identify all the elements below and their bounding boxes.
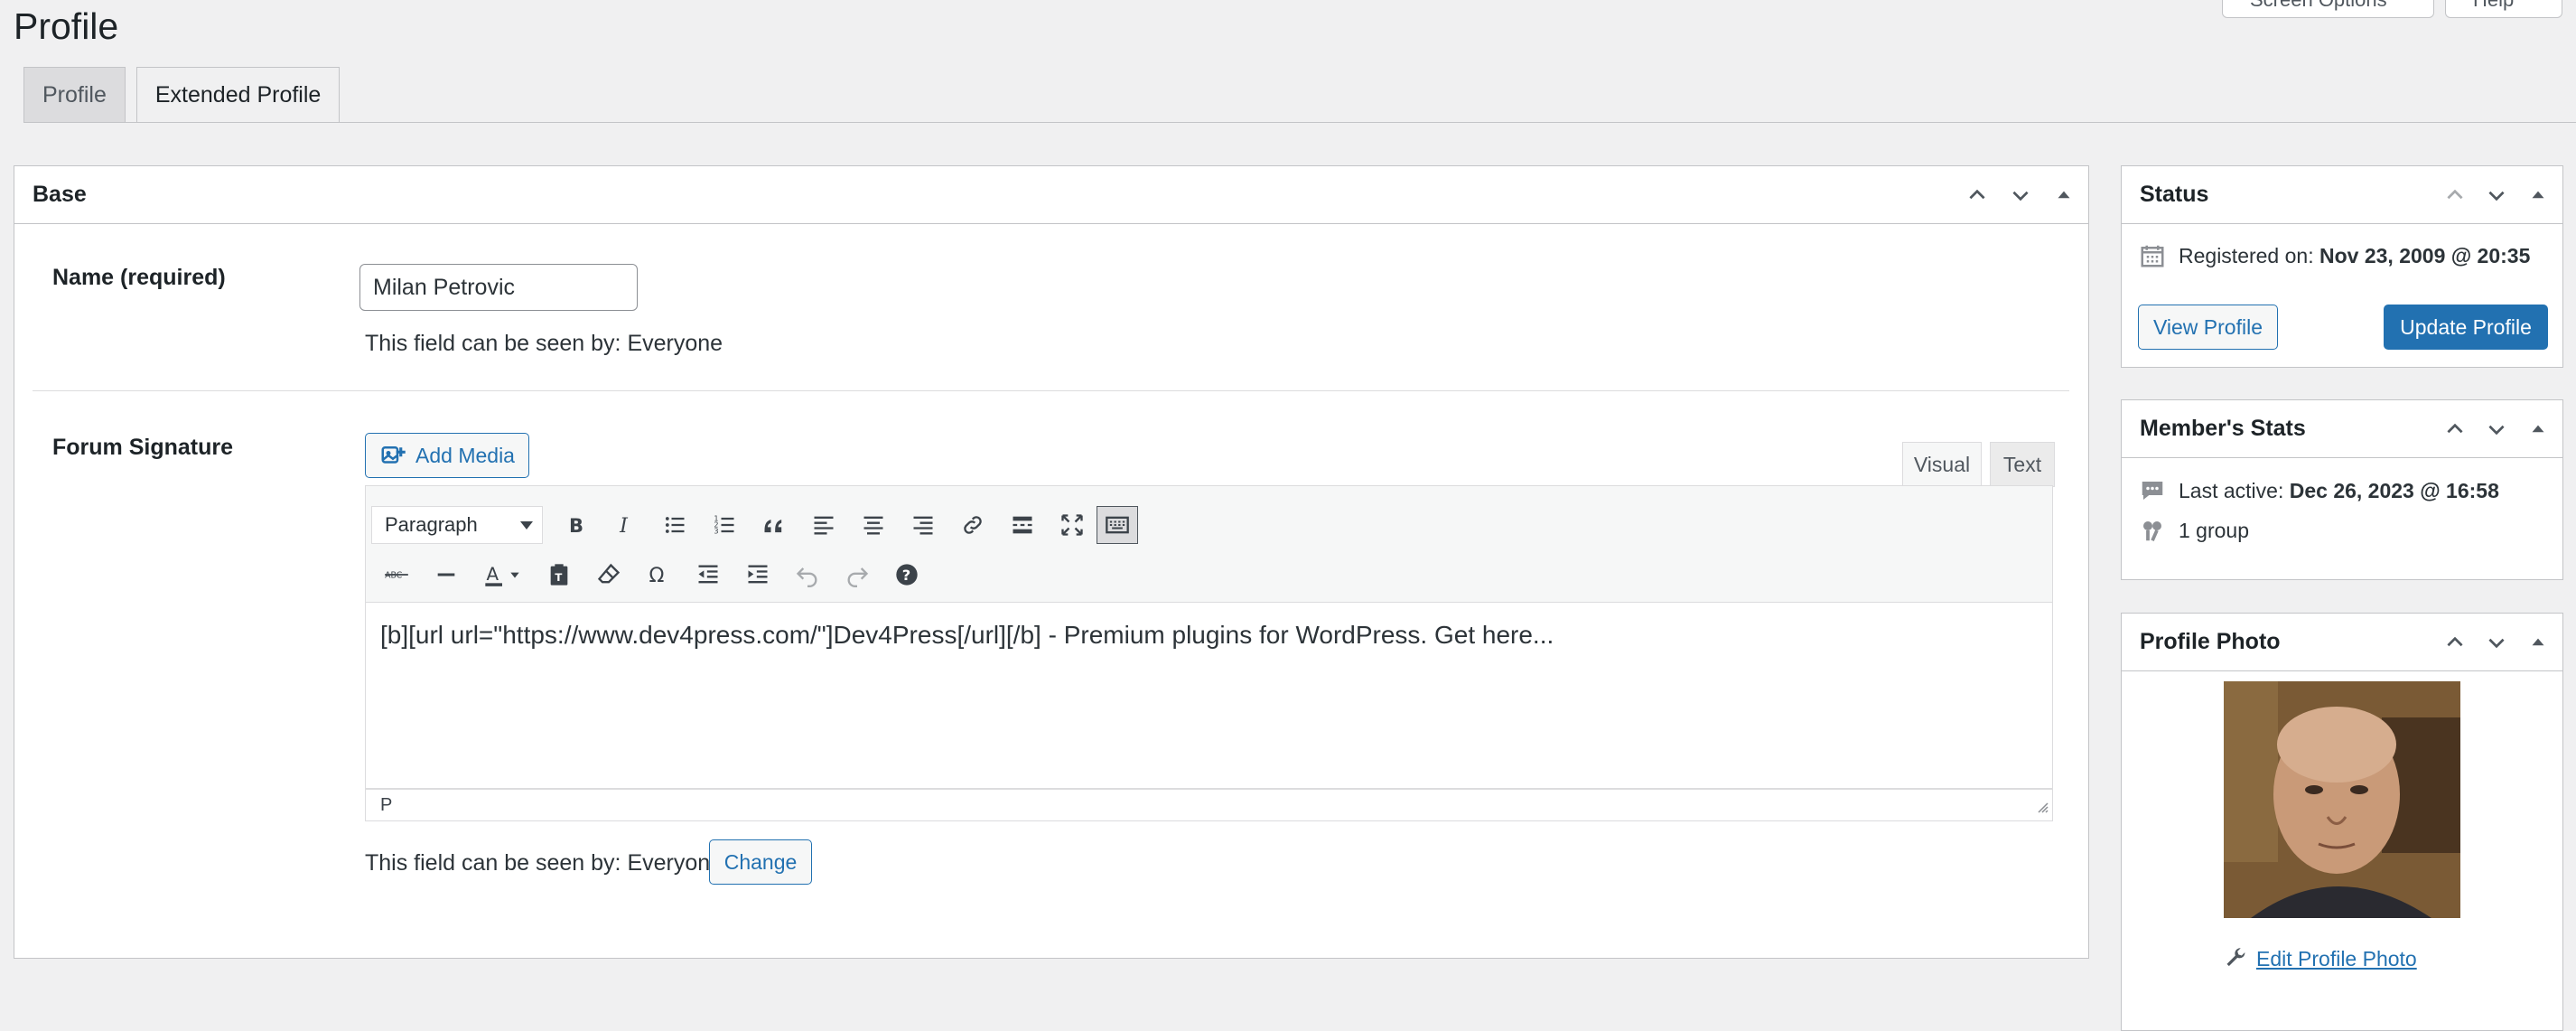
toolbar-toggle-icon[interactable] <box>1097 506 1138 544</box>
bullet-list-icon[interactable] <box>649 504 699 546</box>
groups-count: 1 group <box>2179 518 2250 542</box>
member-stats-title: Member's Stats <box>2140 416 2306 441</box>
numbered-list-icon[interactable]: 123 <box>699 504 749 546</box>
move-down-icon[interactable] <box>2485 417 2508 441</box>
move-down-icon[interactable] <box>2009 183 2032 207</box>
add-media-button[interactable]: Add Media <box>365 433 529 478</box>
profile-photo-title: Profile Photo <box>2140 629 2281 654</box>
svg-text:A: A <box>487 564 499 585</box>
help-button[interactable]: Help <box>2445 0 2562 18</box>
registered-label: Registered on: <box>2179 243 2314 267</box>
status-box-header: Status <box>2122 166 2562 224</box>
calendar-icon <box>2141 245 2164 267</box>
tab-text[interactable]: Text <box>1990 442 2055 487</box>
text-color-icon[interactable]: A <box>471 554 534 595</box>
align-right-icon[interactable] <box>898 504 947 546</box>
special-character-icon[interactable]: Ω <box>633 554 683 595</box>
page-title: Profile <box>14 5 119 47</box>
format-select[interactable]: Paragraph <box>371 506 543 544</box>
align-left-icon[interactable] <box>798 504 848 546</box>
base-box-header: Base <box>14 166 2088 224</box>
wrench-icon <box>2226 948 2245 967</box>
avatar <box>2224 681 2460 918</box>
change-visibility-button[interactable]: Change <box>709 839 812 885</box>
signature-visibility-text: This field can be seen by: Everyone <box>365 850 723 876</box>
editor-statusbar: P <box>365 789 2053 821</box>
signature-editor[interactable]: [b][url url="https://www.dev4press.com/"… <box>365 603 2053 789</box>
last-active-label: Last active: <box>2179 478 2284 502</box>
element-path[interactable]: P <box>380 795 392 816</box>
strikethrough-icon[interactable]: ABC <box>371 554 421 595</box>
svg-text:Ω: Ω <box>649 564 664 587</box>
name-label: Name (required) <box>52 265 226 290</box>
horizontal-line-icon[interactable] <box>421 554 471 595</box>
link-icon[interactable] <box>947 504 997 546</box>
svg-text:ABC: ABC <box>385 571 402 581</box>
move-down-icon[interactable] <box>2485 183 2508 207</box>
read-more-icon[interactable] <box>997 504 1047 546</box>
member-stats-header: Member's Stats <box>2122 400 2562 458</box>
screen-options-button[interactable]: Screen Options <box>2222 0 2434 18</box>
add-media-icon <box>379 442 406 469</box>
move-up-icon[interactable] <box>1965 183 1989 207</box>
collapse-toggle-icon[interactable] <box>2526 417 2550 441</box>
profile-tabs: Profile Extended Profile <box>23 67 341 123</box>
status-box-title: Status <box>2140 182 2209 207</box>
collapse-toggle-icon[interactable] <box>2526 631 2550 654</box>
indent-icon[interactable] <box>733 554 782 595</box>
registered-value: Nov 23, 2009 @ 20:35 <box>2319 243 2531 267</box>
svg-text:3: 3 <box>714 526 718 535</box>
tab-extended-profile[interactable]: Extended Profile <box>135 67 341 123</box>
registered-row: Registered on: Nov 23, 2009 @ 20:35 <box>2139 242 2530 269</box>
view-profile-button[interactable]: View Profile <box>2138 305 2278 350</box>
last-active-row: Last active: Dec 26, 2023 @ 16:58 <box>2139 477 2499 504</box>
outdent-icon[interactable] <box>683 554 733 595</box>
groups-icon <box>2143 521 2161 542</box>
collapse-toggle-icon[interactable] <box>2052 183 2076 207</box>
move-up-icon[interactable] <box>2443 417 2467 441</box>
tab-visual[interactable]: Visual <box>1902 442 1982 487</box>
svg-text:?: ? <box>901 567 910 584</box>
edit-profile-photo-link[interactable]: Edit Profile Photo <box>2256 947 2417 971</box>
clear-formatting-icon[interactable] <box>583 554 633 595</box>
forum-signature-label: Forum Signature <box>52 435 234 460</box>
blockquote-icon[interactable] <box>749 504 798 546</box>
undo-icon[interactable] <box>782 554 832 595</box>
redo-icon[interactable] <box>832 554 882 595</box>
profile-photo-header: Profile Photo <box>2122 614 2562 671</box>
name-input[interactable]: Milan Petrovic <box>359 264 638 311</box>
svg-text:T: T <box>555 571 562 584</box>
edit-photo-row: Edit Profile Photo <box>2224 946 2417 971</box>
fullscreen-icon[interactable] <box>1047 504 1097 546</box>
svg-text:I: I <box>619 514 629 538</box>
groups-row: 1 group <box>2139 517 2249 544</box>
move-down-icon[interactable] <box>2485 631 2508 654</box>
paste-text-icon[interactable]: T <box>534 554 583 595</box>
field-divider <box>33 390 2069 391</box>
base-box-title: Base <box>33 182 87 207</box>
move-up-icon[interactable] <box>2443 183 2467 207</box>
align-center-icon[interactable] <box>848 504 898 546</box>
collapse-toggle-icon[interactable] <box>2526 183 2550 207</box>
chat-bubble-icon <box>2142 482 2163 500</box>
italic-icon[interactable]: I <box>600 504 649 546</box>
bold-icon[interactable]: B <box>550 504 600 546</box>
move-up-icon[interactable] <box>2443 631 2467 654</box>
add-media-label: Add Media <box>415 443 515 467</box>
update-profile-button[interactable]: Update Profile <box>2384 305 2548 350</box>
resize-handle-icon[interactable] <box>2034 798 2049 819</box>
tab-profile[interactable]: Profile <box>23 67 126 122</box>
svg-text:B: B <box>569 515 583 537</box>
editor-toolbar: Paragraph B I 123 ABC A T Ω ? <box>365 485 2053 603</box>
tabs-divider <box>23 122 2576 123</box>
help-icon[interactable]: ? <box>882 554 931 595</box>
name-visibility-text: This field can be seen by: Everyone <box>365 331 723 356</box>
last-active-value: Dec 26, 2023 @ 16:58 <box>2289 478 2499 502</box>
